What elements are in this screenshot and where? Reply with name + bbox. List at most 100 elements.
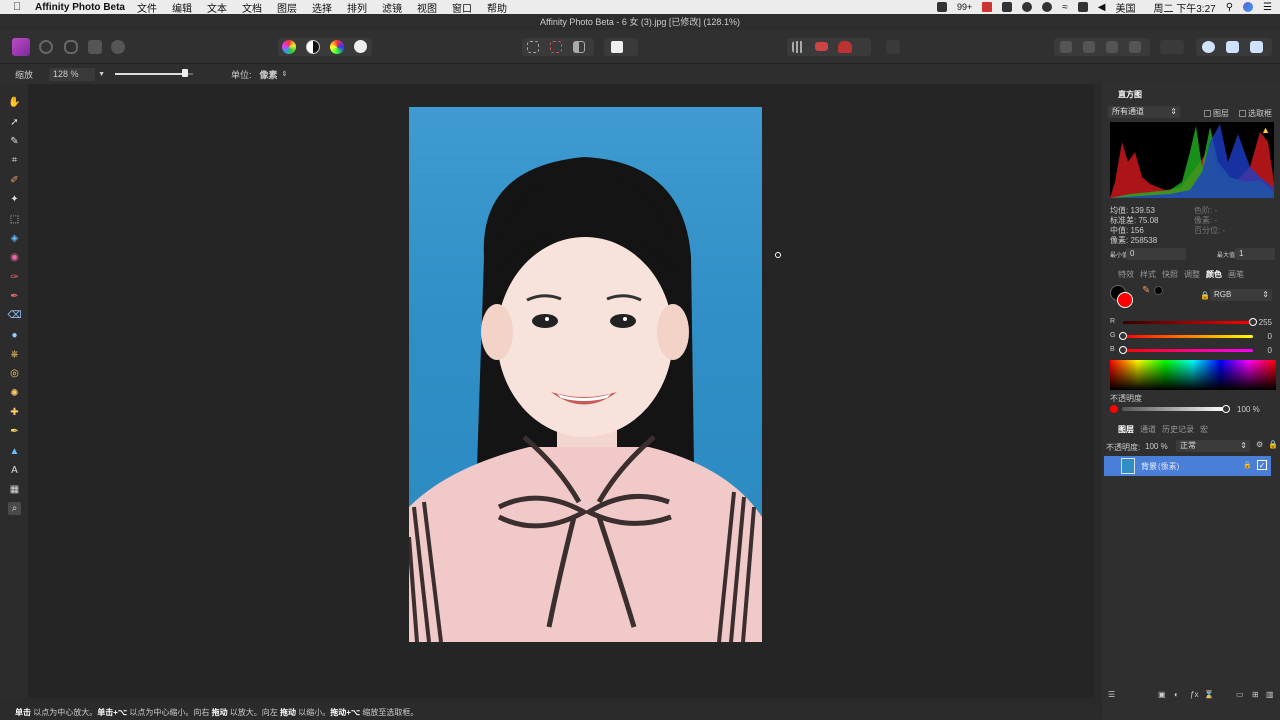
mesh-warp-tool-icon[interactable]: ▦ bbox=[8, 483, 21, 496]
erase-brush-tool-icon[interactable]: ⌫ bbox=[7, 309, 21, 322]
tone-mapping-persona-icon[interactable] bbox=[88, 40, 102, 54]
opacity-value[interactable]: 100 % bbox=[1237, 405, 1260, 414]
arrange-forward-icon[interactable] bbox=[1106, 41, 1118, 53]
grid-icon[interactable] bbox=[1002, 2, 1013, 12]
blur-brush-tool-icon[interactable]: ◎ bbox=[8, 367, 21, 380]
airplay-icon[interactable] bbox=[1077, 2, 1088, 12]
liquify-persona-icon[interactable] bbox=[39, 40, 53, 54]
blue-handle[interactable] bbox=[1119, 346, 1127, 354]
green-handle[interactable] bbox=[1119, 332, 1127, 340]
menu-select[interactable]: 选择 bbox=[312, 0, 332, 15]
auto-colors-icon[interactable] bbox=[330, 40, 344, 54]
channel-select[interactable]: 所有通道 ⇕ bbox=[1108, 106, 1180, 118]
adjustment-icon[interactable]: ◐ bbox=[1174, 690, 1179, 699]
selection-brush-tool-icon[interactable]: ✐ bbox=[8, 174, 21, 187]
menu-filters[interactable]: 滤镜 bbox=[382, 0, 402, 15]
snapping-icon[interactable] bbox=[838, 41, 852, 53]
clock[interactable]: 周二 下午3:27 bbox=[1153, 0, 1215, 15]
tab-channels[interactable]: 通道 bbox=[1140, 424, 1156, 435]
tab-history[interactable]: 历史记录 bbox=[1162, 424, 1194, 435]
zoom-slider-handle[interactable] bbox=[182, 69, 189, 77]
lock-icon[interactable]: 🔒 bbox=[1268, 440, 1278, 449]
menu-file[interactable]: 文件 bbox=[137, 0, 157, 15]
grid-snap-icon[interactable] bbox=[792, 41, 804, 53]
crop-tool-icon[interactable]: ⌗ bbox=[8, 154, 21, 167]
black-swatch-icon[interactable] bbox=[1154, 286, 1163, 295]
assistant-icon[interactable] bbox=[815, 42, 828, 51]
eye-icon[interactable] bbox=[1022, 2, 1033, 12]
align-icon[interactable] bbox=[1160, 40, 1184, 54]
shape-tool-icon[interactable]: ▲ bbox=[8, 445, 21, 458]
red-value[interactable]: 255 bbox=[1250, 318, 1272, 327]
trash-icon[interactable]: ▥ bbox=[1266, 690, 1274, 699]
flood-fill-tool-icon[interactable]: ◈ bbox=[8, 232, 21, 245]
opacity-handle[interactable] bbox=[1222, 405, 1230, 413]
document-canvas[interactable] bbox=[28, 84, 1094, 698]
arrange-front-icon[interactable] bbox=[1129, 41, 1141, 53]
layer-opacity-value[interactable]: 100 % bbox=[1145, 442, 1168, 451]
inpainting-tool-icon[interactable]: ✺ bbox=[8, 387, 21, 400]
green-value[interactable]: 0 bbox=[1250, 332, 1272, 341]
folder-icon[interactable]: ▭ bbox=[1236, 690, 1244, 699]
notification-center-icon[interactable]: ☰ bbox=[1263, 2, 1272, 13]
fx-icon[interactable]: ƒx bbox=[1190, 690, 1198, 699]
export-persona-icon[interactable] bbox=[111, 40, 125, 54]
photo-persona-icon[interactable] bbox=[12, 38, 30, 56]
layers-stack-icon[interactable]: ☰ bbox=[1108, 690, 1115, 699]
paint-brush-tool-icon[interactable]: ✑ bbox=[8, 271, 21, 284]
color-mode-select[interactable]: RGB ⇕ bbox=[1210, 289, 1272, 301]
color-picker-tool-icon[interactable]: ✎ bbox=[8, 135, 21, 148]
red-eye-tool-icon[interactable]: ✚ bbox=[8, 406, 21, 419]
units-select[interactable]: 像素 bbox=[260, 68, 278, 81]
min-input[interactable]: 0 bbox=[1126, 248, 1186, 260]
menu-document[interactable]: 文档 bbox=[242, 0, 262, 15]
marquee-checkbox[interactable]: 选取框 bbox=[1239, 108, 1272, 119]
wifi-icon[interactable]: ≈ bbox=[1062, 2, 1068, 13]
spotlight-search-icon[interactable]: ⚲ bbox=[1226, 2, 1233, 13]
comments-icon[interactable] bbox=[1202, 41, 1215, 53]
tab-styles[interactable]: 样式 bbox=[1140, 269, 1156, 280]
apple-icon[interactable]:  bbox=[13, 1, 27, 13]
lock-icon[interactable]: 🔒 bbox=[1200, 291, 1210, 300]
live-filter-icon[interactable]: ⌛ bbox=[1204, 690, 1214, 699]
chevron-down-icon[interactable]: ▼ bbox=[98, 68, 105, 81]
max-input[interactable]: 1 bbox=[1235, 248, 1275, 260]
penguin-icon[interactable] bbox=[936, 2, 947, 12]
color-spectrum[interactable] bbox=[1110, 360, 1276, 390]
time-machine-icon[interactable] bbox=[1042, 2, 1053, 12]
fill-color-swatch[interactable] bbox=[1117, 292, 1133, 308]
select-all-icon[interactable] bbox=[527, 41, 539, 53]
volume-icon[interactable]: ◀ bbox=[1098, 2, 1106, 13]
auto-levels-icon[interactable] bbox=[282, 40, 296, 54]
input-language[interactable]: 美国 bbox=[1115, 0, 1135, 15]
layer-visibility-checkbox[interactable]: ✓ bbox=[1257, 460, 1267, 470]
blend-mode-select[interactable]: 正常 ⇕ bbox=[1176, 440, 1250, 452]
layer-lock-icon[interactable]: 🔒 bbox=[1243, 461, 1252, 469]
clone-tool-icon[interactable]: ⎈ bbox=[8, 348, 21, 361]
deselect-icon[interactable] bbox=[550, 41, 562, 53]
gradient-tool-icon[interactable]: ◉ bbox=[8, 251, 21, 264]
menu-window[interactable]: 窗口 bbox=[452, 0, 472, 15]
tab-snapshots[interactable]: 快照 bbox=[1162, 269, 1178, 280]
tab-color[interactable]: 颜色 bbox=[1206, 269, 1222, 280]
assets-icon[interactable] bbox=[1250, 41, 1263, 53]
mask-icon[interactable]: ▣ bbox=[1158, 690, 1166, 699]
menu-edit[interactable]: 编辑 bbox=[172, 0, 192, 15]
menu-layer[interactable]: 图层 bbox=[277, 0, 297, 15]
text-tool-icon[interactable]: A bbox=[8, 464, 21, 477]
zoom-tool-icon[interactable]: ⌕ bbox=[8, 502, 21, 515]
develop-persona-icon[interactable] bbox=[64, 40, 78, 54]
tab-macro[interactable]: 宏 bbox=[1200, 424, 1208, 435]
ime-icon[interactable] bbox=[982, 2, 993, 12]
picker-icon[interactable]: ✎ bbox=[1142, 285, 1150, 296]
zoom-input[interactable]: 128 % ▼ bbox=[49, 67, 105, 81]
tab-effects[interactable]: 特效 bbox=[1118, 269, 1134, 280]
new-layer-icon[interactable]: ⊞ bbox=[1252, 690, 1259, 699]
tab-brushes[interactable]: 画笔 bbox=[1228, 269, 1244, 280]
menu-arrange[interactable]: 排列 bbox=[347, 0, 367, 15]
layer-row[interactable]: 背景 (像素) 🔒 ✓ bbox=[1104, 456, 1271, 476]
tab-adjustments[interactable]: 调整 bbox=[1184, 269, 1200, 280]
gear-icon[interactable]: ⚙ bbox=[1256, 440, 1263, 449]
share-icon[interactable] bbox=[1226, 41, 1239, 53]
view-tool-hand-icon[interactable]: ✋ bbox=[8, 96, 21, 109]
